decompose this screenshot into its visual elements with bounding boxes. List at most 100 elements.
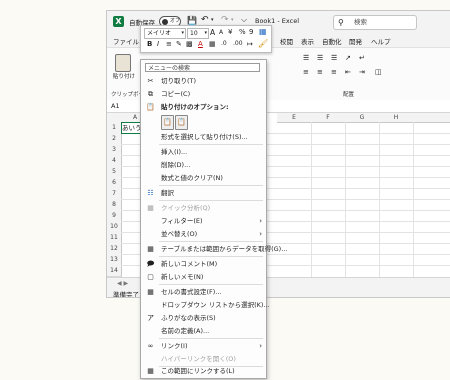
column-header[interactable]: G xyxy=(345,113,380,123)
grid-line xyxy=(345,122,346,277)
menu-search-input[interactable]: メニューの検索 xyxy=(145,63,260,72)
menu-item-show-furigana[interactable]: ア ふりがなの表示(S) xyxy=(141,312,266,324)
menu-item-translate[interactable]: ☷ 翻訳 xyxy=(141,187,266,199)
link-range-icon: ▦ xyxy=(147,367,154,375)
increase-indent-icon[interactable]: ⇥ xyxy=(359,68,365,76)
column-header[interactable]: E xyxy=(277,113,312,123)
orientation-icon[interactable]: ↗ xyxy=(345,54,351,62)
paste-button-icon[interactable]: 📋 xyxy=(161,115,174,130)
document-title: Book1 - Excel xyxy=(255,17,300,25)
menu-separator xyxy=(159,200,263,201)
menu-item-quick-analysis: ▦ クイック分析(Q) xyxy=(147,204,211,212)
context-menu: メニューの検索 ✂ 切り取り(T) ⧉ コピー(C) 📋 貼り付けのオプション:… xyxy=(140,59,287,379)
increase-decimal-icon[interactable]: .0 xyxy=(221,40,227,47)
menu-separator xyxy=(159,338,263,339)
highlight-icon[interactable]: ✎ xyxy=(176,40,182,48)
menu-item-get-data[interactable]: ▦ テーブルまたは範囲からデータを取得(G)... xyxy=(141,243,287,255)
menu-item-copy[interactable]: ⧉ コピー(C) xyxy=(141,88,266,100)
tab-review[interactable]: 校閲 xyxy=(280,36,293,46)
align-left-icon[interactable]: ≡ xyxy=(303,68,309,76)
menu-item-clear-contents[interactable]: 数式と値のクリア(N) xyxy=(141,172,266,184)
menu-item-pick-from-list[interactable]: ドロップダウン リストから選択(K)... xyxy=(141,299,270,311)
grow-font-button[interactable]: A xyxy=(210,28,215,37)
customize-qat-icon[interactable]: ⌵ xyxy=(241,15,247,25)
column-header[interactable]: F xyxy=(311,113,346,123)
tab-view[interactable]: 表示 xyxy=(301,36,314,46)
undo-icon[interactable]: ↶ xyxy=(201,15,209,25)
comma-style-button[interactable]: 9 xyxy=(249,28,253,36)
borders-icon[interactable]: ▦ xyxy=(209,40,216,48)
sheet-nav-arrows-icon[interactable]: ◀ ▶ xyxy=(117,280,128,287)
format-painter-icon[interactable]: 🖌 xyxy=(258,39,268,48)
row-header[interactable]: 14 xyxy=(107,265,122,277)
menu-item-define-name[interactable]: 名前の定義(A)... xyxy=(141,325,266,337)
paste-icon[interactable] xyxy=(115,54,131,72)
align-bottom-icon[interactable]: ☰ xyxy=(331,54,337,62)
paste-options-row: 📋 📋 xyxy=(161,115,201,130)
menu-item-cut[interactable]: ✂ 切り取り(T) xyxy=(141,75,266,87)
redo-dropdown-icon[interactable]: ▾ xyxy=(231,17,234,23)
menu-item-sort[interactable]: 並べ替え(O) › xyxy=(141,228,266,240)
copy-icon: ⧉ xyxy=(148,90,153,98)
translate-icon: ☷ xyxy=(147,189,154,197)
menu-item-insert[interactable]: 挿入(I)... xyxy=(141,146,266,158)
fill-color-icon[interactable]: ▩ xyxy=(186,40,193,48)
percent-button[interactable]: % xyxy=(239,28,246,36)
paste-label[interactable]: 貼り付け xyxy=(113,72,135,80)
undo-dropdown-icon[interactable]: ▾ xyxy=(211,17,214,23)
bold-button[interactable]: B xyxy=(147,40,152,48)
decrease-decimal-icon[interactable]: .00 xyxy=(233,40,243,47)
align-right-icon[interactable]: ≡ xyxy=(331,68,337,76)
font-name-value: メイリオ xyxy=(147,30,172,37)
menu-separator xyxy=(159,185,263,186)
menu-item-paste-special[interactable]: 形式を選択して貼り付け(S)... xyxy=(141,131,266,143)
font-color-button[interactable]: A xyxy=(198,40,203,48)
font-size-box[interactable]: 10 ▾ xyxy=(187,28,209,39)
decrease-indent-icon[interactable]: ⇤ xyxy=(345,68,351,76)
redo-icon[interactable]: ↷ xyxy=(221,15,229,25)
align-top-icon[interactable]: ☰ xyxy=(303,54,309,62)
search-icon: ⚲ xyxy=(338,18,344,27)
text-direction-icon[interactable]: ↦ xyxy=(247,40,253,48)
font-size-value: 10 xyxy=(190,30,198,37)
font-name-box[interactable]: メイリオ ▾ xyxy=(144,28,186,39)
toggle-knob xyxy=(162,18,168,25)
wrap-text-icon[interactable]: ↵ xyxy=(359,54,365,62)
tab-file[interactable]: ファイル xyxy=(113,36,139,46)
excel-logo-icon: X xyxy=(113,16,124,27)
search-box[interactable]: ⚲ 検索 xyxy=(333,15,417,30)
quick-analysis-icon: ▦ xyxy=(147,204,154,212)
paste-values-icon[interactable]: 📋 xyxy=(175,115,188,130)
italic-button[interactable]: I xyxy=(157,40,159,48)
name-box[interactable]: A1 xyxy=(111,102,120,110)
menu-item-link-to-range[interactable]: ▦ この範囲にリンクする(L) xyxy=(141,366,266,377)
menu-item-filter[interactable]: フィルター(E) › xyxy=(141,215,266,227)
status-ready: 準備完了 xyxy=(113,291,139,298)
menu-item-new-note[interactable]: ▢ 新しいメモ(N) xyxy=(141,271,266,283)
shrink-font-button[interactable]: A xyxy=(219,29,223,36)
link-icon: ∞ xyxy=(147,342,154,350)
menu-item-new-comment[interactable]: 🗩 新しいコメント(M) xyxy=(141,258,266,270)
tab-automate[interactable]: 自動化 xyxy=(322,36,342,46)
grid-line xyxy=(413,122,414,277)
save-icon[interactable]: 💾 xyxy=(187,16,197,25)
menu-separator xyxy=(159,256,263,257)
menu-item-format-cells[interactable]: ▦ セルの書式設定(F)... xyxy=(141,286,266,298)
merge-center-icon[interactable]: ◫ xyxy=(375,68,382,76)
align-center-icon[interactable]: ≡ xyxy=(317,68,323,76)
align-middle-icon[interactable]: ☰ xyxy=(317,54,323,62)
column-header[interactable]: H xyxy=(379,113,414,123)
chevron-right-icon: › xyxy=(259,217,262,225)
column-header[interactable] xyxy=(413,113,450,123)
format-cells-icon[interactable]: ▦ xyxy=(259,27,267,36)
menu-separator xyxy=(159,241,263,242)
chevron-down-icon: ▾ xyxy=(181,30,184,36)
scissors-icon: ✂ xyxy=(147,77,154,85)
align-center-icon[interactable]: ≡ xyxy=(166,40,172,48)
menu-item-delete[interactable]: 削除(D)... xyxy=(141,159,266,171)
tab-help[interactable]: ヘルプ xyxy=(371,36,391,46)
menu-item-link[interactable]: ∞ リンク(I) › xyxy=(141,340,266,352)
currency-button[interactable]: ¥ xyxy=(228,28,232,36)
menu-item-open-hyperlink: ハイパーリンクを開く(O) xyxy=(161,355,236,363)
tab-developer[interactable]: 開発 xyxy=(349,36,362,46)
